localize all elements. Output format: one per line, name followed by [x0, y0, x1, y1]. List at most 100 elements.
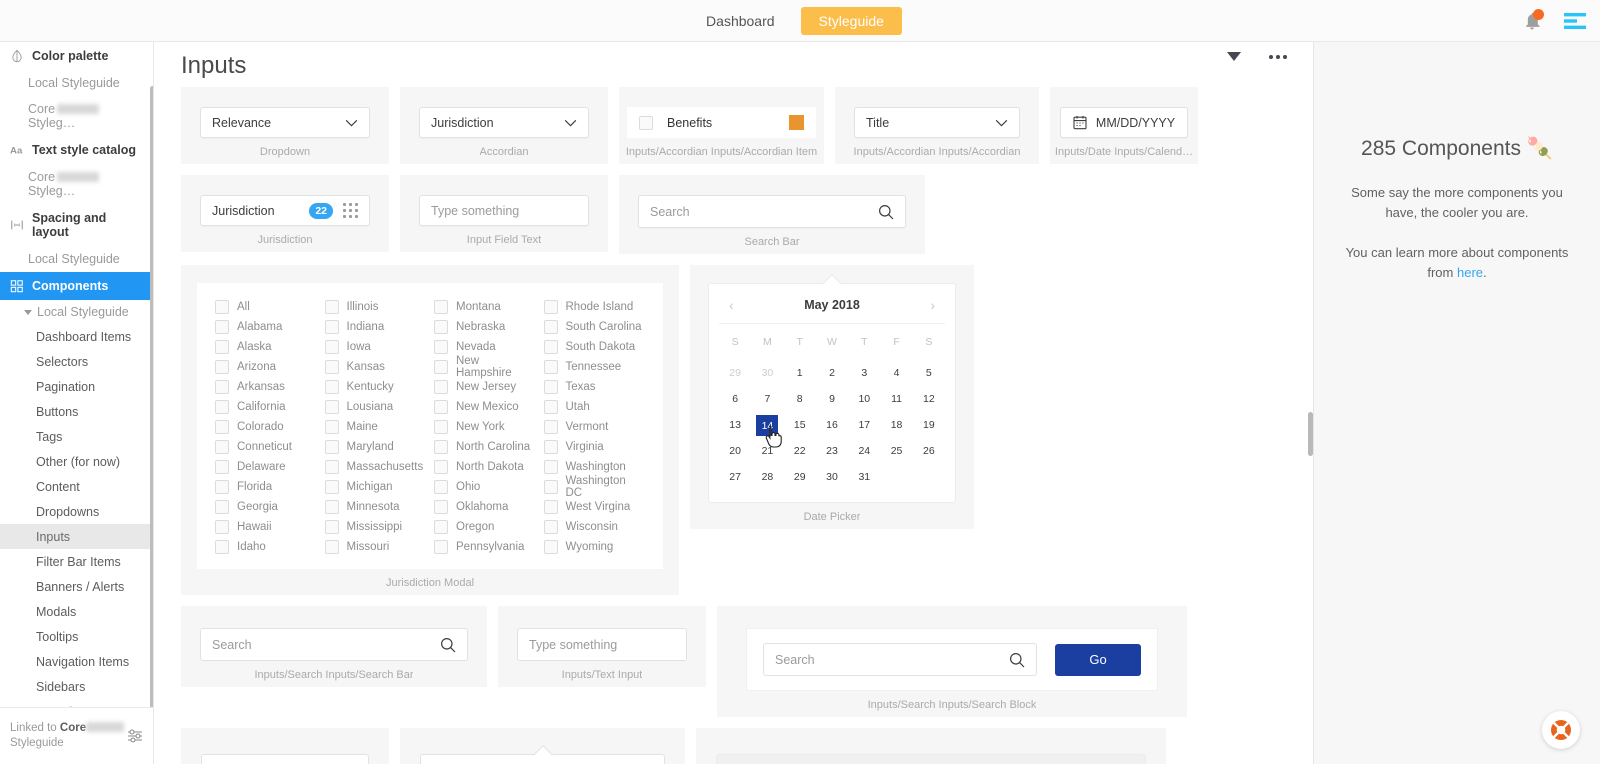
checkbox-icon[interactable] — [324, 300, 339, 314]
checkbox-icon[interactable] — [215, 360, 229, 374]
state-checkbox-item[interactable]: Missouri — [324, 539, 427, 555]
checkbox-icon[interactable] — [543, 460, 558, 474]
sidebar-item-text-style-catalog[interactable]: Aa Text style catalog — [0, 136, 153, 164]
partial-control[interactable] — [420, 754, 665, 764]
checkbox-icon[interactable] — [215, 380, 229, 394]
sidebar-item-components[interactable]: Components — [0, 272, 153, 300]
checkbox-icon[interactable] — [543, 420, 558, 434]
sidebar-item-pagination[interactable]: Pagination — [0, 374, 153, 399]
sidebar-item-sidebars[interactable]: Sidebars — [0, 674, 153, 699]
grid-dots-icon[interactable] — [343, 203, 358, 218]
state-checkbox-item[interactable]: North Carolina — [434, 439, 536, 455]
state-checkbox-item[interactable]: Arkansas — [215, 379, 317, 395]
dropdown-jurisdiction[interactable]: Jurisdiction — [419, 107, 589, 138]
calendar-day[interactable]: 9 — [816, 388, 848, 410]
state-checkbox-item[interactable]: New Hampshire — [434, 355, 536, 379]
state-checkbox-item[interactable]: Nebraska — [434, 319, 536, 335]
search-input[interactable]: Search — [763, 643, 1037, 676]
text-input[interactable]: Type something — [517, 628, 687, 661]
checkbox-icon[interactable] — [543, 500, 558, 514]
state-checkbox-item[interactable]: Wyoming — [543, 539, 646, 555]
checkbox-icon[interactable] — [215, 500, 229, 514]
calendar-day-selected[interactable]: 14 — [751, 414, 783, 448]
bell-icon[interactable] — [1522, 9, 1544, 31]
checkbox-icon[interactable] — [543, 540, 558, 554]
jurisdiction-selector[interactable]: Jurisdiction 22 — [200, 195, 370, 226]
state-checkbox-item[interactable]: Alaska — [215, 339, 317, 355]
state-checkbox-item[interactable]: New Mexico — [434, 399, 536, 415]
calendar-day[interactable]: 12 — [913, 388, 945, 410]
state-checkbox-item[interactable]: All — [215, 299, 317, 315]
checkbox-icon[interactable] — [434, 440, 448, 454]
state-checkbox-item[interactable]: Wisconsin — [543, 519, 646, 535]
sidebar-item-filter-bar-items[interactable]: Filter Bar Items — [0, 549, 153, 574]
sidebar-item-dashboard-items[interactable]: Dashboard Items — [0, 324, 153, 349]
state-checkbox-item[interactable]: Maryland — [324, 439, 427, 455]
state-checkbox-item[interactable]: Kansas — [324, 359, 427, 375]
partial-control[interactable] — [716, 754, 1146, 764]
checkbox-icon[interactable] — [215, 520, 229, 534]
calendar-day[interactable]: 30 — [816, 466, 848, 488]
calendar-day[interactable]: 19 — [913, 414, 945, 436]
state-checkbox-item[interactable]: New York — [434, 419, 536, 435]
checkbox-icon[interactable] — [434, 340, 448, 354]
sidebar-subitem-core-styleguide-2[interactable]: CoreStyleg… — [0, 164, 153, 204]
calendar-day[interactable]: 3 — [848, 362, 880, 384]
help-button[interactable] — [1542, 711, 1580, 749]
checkbox-icon[interactable] — [434, 460, 448, 474]
calendar-day[interactable]: 2 — [816, 362, 848, 384]
state-checkbox-item[interactable]: Vermont — [543, 419, 646, 435]
sidebar-subitem-core-styleguide[interactable]: CoreStyleg… — [0, 96, 153, 136]
sidebar-item-overview-page[interactable]: Overview Page — [0, 699, 153, 708]
sidebar-item-banners-alerts[interactable]: Banners / Alerts — [0, 574, 153, 599]
calendar-day[interactable]: 21 — [751, 440, 783, 462]
state-checkbox-item[interactable]: West Virgina — [543, 499, 646, 515]
sidebar-item-other[interactable]: Other (for now) — [0, 449, 153, 474]
state-checkbox-item[interactable]: Indiana — [324, 319, 427, 335]
checkbox-icon[interactable] — [543, 360, 558, 374]
checkbox-icon[interactable] — [434, 400, 448, 414]
calendar-day[interactable]: 23 — [816, 440, 848, 462]
calendar-day[interactable]: 11 — [880, 388, 912, 410]
calendar-day[interactable]: 6 — [719, 388, 751, 410]
state-checkbox-item[interactable]: Minnesota — [324, 499, 427, 515]
sidebar-item-selectors[interactable]: Selectors — [0, 349, 153, 374]
checkbox-icon[interactable] — [543, 400, 558, 414]
sidebar-item-dropdowns[interactable]: Dropdowns — [0, 499, 153, 524]
dropdown-title[interactable]: Title — [854, 107, 1020, 138]
search-bar[interactable]: Search — [638, 195, 906, 228]
calendar-day[interactable]: 13 — [719, 414, 751, 436]
calendar-day[interactable]: 22 — [784, 440, 816, 462]
dropdown-relevance[interactable]: Relevance — [200, 107, 370, 138]
checkbox-icon[interactable] — [434, 360, 448, 374]
state-checkbox-item[interactable]: Kentucky — [324, 379, 427, 395]
state-checkbox-item[interactable]: Oklahoma — [434, 499, 536, 515]
calendar-day[interactable]: 7 — [751, 388, 783, 410]
checkbox-icon[interactable] — [639, 115, 653, 130]
checkbox-icon[interactable] — [215, 540, 229, 554]
sliders-icon[interactable] — [126, 727, 144, 745]
state-checkbox-item[interactable]: Maine — [324, 419, 427, 435]
checkbox-icon[interactable] — [324, 440, 339, 454]
hamburger-menu-icon[interactable] — [1564, 12, 1586, 30]
calendar-day[interactable]: 8 — [784, 388, 816, 410]
sidebar-item-tags[interactable]: Tags — [0, 424, 153, 449]
checkbox-icon[interactable] — [543, 380, 558, 394]
state-checkbox-item[interactable]: Montana — [434, 299, 536, 315]
state-checkbox-item[interactable]: Hawaii — [215, 519, 317, 535]
state-checkbox-item[interactable]: North Dakota — [434, 459, 536, 475]
checkbox-icon[interactable] — [543, 440, 558, 454]
state-checkbox-item[interactable]: California — [215, 399, 317, 415]
checkbox-icon[interactable] — [543, 320, 558, 334]
checkbox-icon[interactable] — [324, 320, 339, 334]
checkbox-icon[interactable] — [324, 460, 339, 474]
checkbox-icon[interactable] — [324, 400, 339, 414]
state-checkbox-item[interactable]: Rhode Island — [543, 299, 646, 315]
state-checkbox-item[interactable]: Lousiana — [324, 399, 427, 415]
checkbox-icon[interactable] — [324, 340, 339, 354]
checkbox-icon[interactable] — [543, 340, 558, 354]
state-checkbox-item[interactable]: New Jersey — [434, 379, 536, 395]
state-checkbox-item[interactable]: Idaho — [215, 539, 317, 555]
chevron-left-icon[interactable]: ‹ — [725, 297, 738, 313]
checkbox-icon[interactable] — [215, 400, 229, 414]
